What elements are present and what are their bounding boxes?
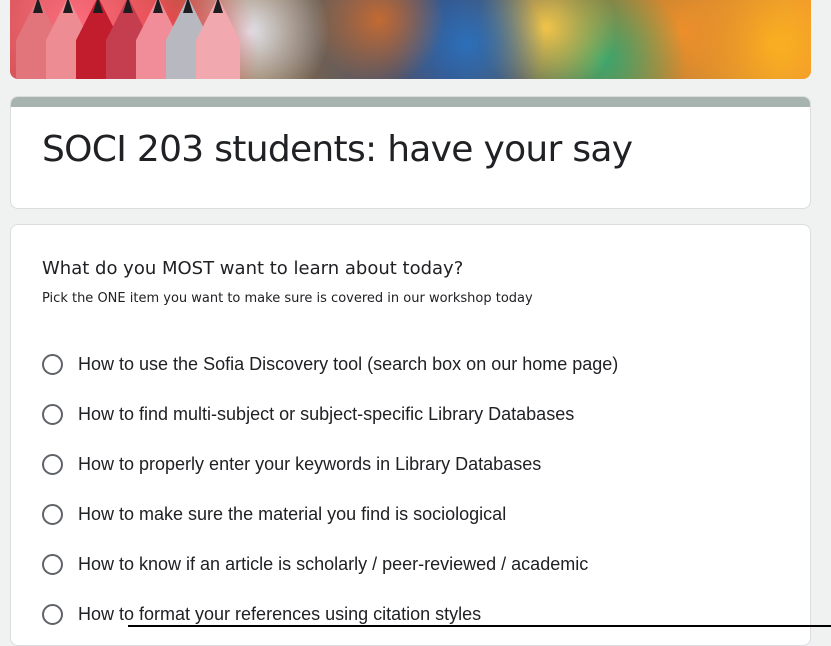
radio-button-icon[interactable]: [42, 503, 63, 525]
radio-option[interactable]: How to properly enter your keywords in L…: [42, 439, 618, 489]
radio-button-icon[interactable]: [42, 403, 63, 425]
question-description: Pick the ONE item you want to make sure …: [42, 291, 533, 306]
radio-option-list: How to use the Sofia Discovery tool (sea…: [42, 339, 618, 639]
radio-option-label[interactable]: How to use the Sofia Discovery tool (sea…: [78, 354, 618, 375]
radio-option[interactable]: How to find multi-subject or subject-spe…: [42, 389, 618, 439]
radio-button-icon[interactable]: [42, 603, 63, 625]
radio-option-label[interactable]: How to properly enter your keywords in L…: [78, 454, 541, 475]
pencil-illustration: [196, 0, 240, 79]
title-accent-strip: [11, 97, 810, 107]
radio-option[interactable]: How to make sure the material you find i…: [42, 489, 618, 539]
radio-option-label[interactable]: How to make sure the material you find i…: [78, 504, 506, 525]
radio-option-label[interactable]: How to format your references using cita…: [78, 604, 481, 625]
form-title: SOCI 203 students: have your say: [42, 129, 633, 170]
radio-option[interactable]: How to know if an article is scholarly /…: [42, 539, 618, 589]
radio-option[interactable]: How to use the Sofia Discovery tool (sea…: [42, 339, 618, 389]
radio-option-label[interactable]: How to find multi-subject or subject-spe…: [78, 404, 574, 425]
question-title: What do you MOST want to learn about tod…: [42, 258, 464, 279]
form-title-card: SOCI 203 students: have your say: [10, 96, 811, 209]
radio-button-icon[interactable]: [42, 353, 63, 375]
radio-button-icon[interactable]: [42, 553, 63, 575]
radio-option[interactable]: How to format your references using cita…: [42, 589, 618, 639]
header-banner-image: [10, 0, 811, 79]
radio-button-icon[interactable]: [42, 453, 63, 475]
question-card: What do you MOST want to learn about tod…: [10, 224, 811, 646]
radio-option-label[interactable]: How to know if an article is scholarly /…: [78, 554, 588, 575]
